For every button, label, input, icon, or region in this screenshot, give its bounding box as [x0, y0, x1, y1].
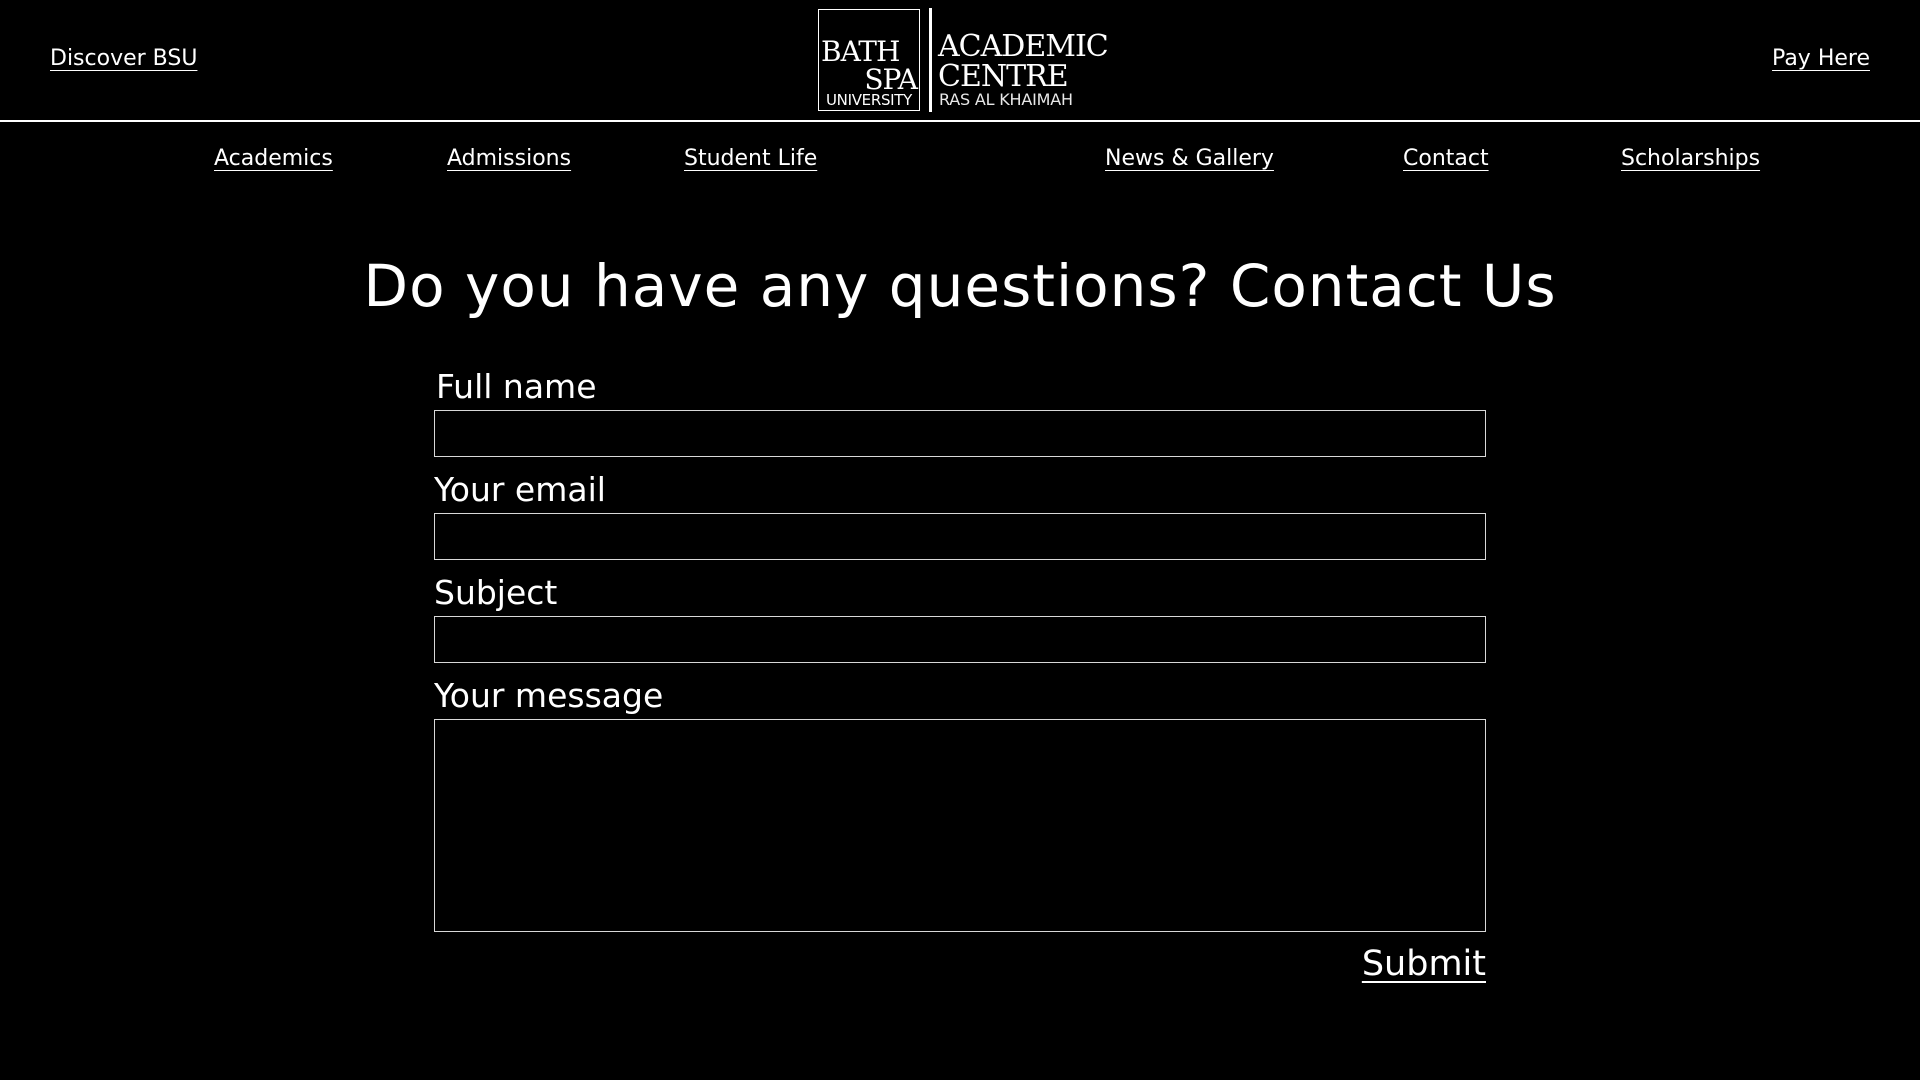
page-title: Do you have any questions? Contact Us: [363, 252, 1557, 320]
email-input[interactable]: [434, 513, 1486, 560]
full-name-label: Full name: [436, 367, 597, 406]
contact-form: Full name Your email Subject Your messag…: [434, 362, 1486, 982]
logo[interactable]: BATH SPA UNIVERSITY ACADEMIC CENTRE RAS …: [818, 8, 1109, 112]
logo-location-text: RAS AL KHAIMAH: [939, 90, 1073, 109]
logo-academic-text: ACADEMIC: [938, 29, 1109, 64]
logo-spa-text: SPA: [864, 63, 918, 96]
nav-item-news-gallery[interactable]: News & Gallery: [1105, 146, 1274, 171]
logo-centre-text: CENTRE: [938, 59, 1069, 94]
message-textarea[interactable]: [434, 719, 1486, 932]
nav-item-academics[interactable]: Academics: [214, 146, 333, 171]
logo-university-box: BATH SPA UNIVERSITY: [818, 9, 920, 111]
logo-bath-text: BATH: [821, 35, 900, 68]
nav-item-scholarships[interactable]: Scholarships: [1621, 146, 1760, 171]
subject-input[interactable]: [434, 616, 1486, 663]
nav-item-student-life[interactable]: Student Life: [684, 146, 817, 171]
subject-label: Subject: [434, 573, 558, 612]
nav-item-admissions[interactable]: Admissions: [447, 146, 571, 171]
top-header: Discover BSU BATH SPA UNIVERSITY ACADEMI…: [0, 0, 1920, 122]
pay-here-link[interactable]: Pay Here: [1772, 46, 1870, 71]
submit-button[interactable]: Submit: [1362, 947, 1486, 982]
nav-item-contact[interactable]: Contact: [1403, 146, 1489, 171]
discover-bsu-link[interactable]: Discover BSU: [50, 46, 197, 71]
logo-university-text: UNIVERSITY: [825, 91, 913, 109]
logo-divider: [929, 8, 932, 112]
submit-row: Submit: [434, 947, 1486, 982]
email-label: Your email: [434, 470, 606, 509]
message-label: Your message: [434, 676, 664, 715]
full-name-input[interactable]: [434, 410, 1486, 457]
